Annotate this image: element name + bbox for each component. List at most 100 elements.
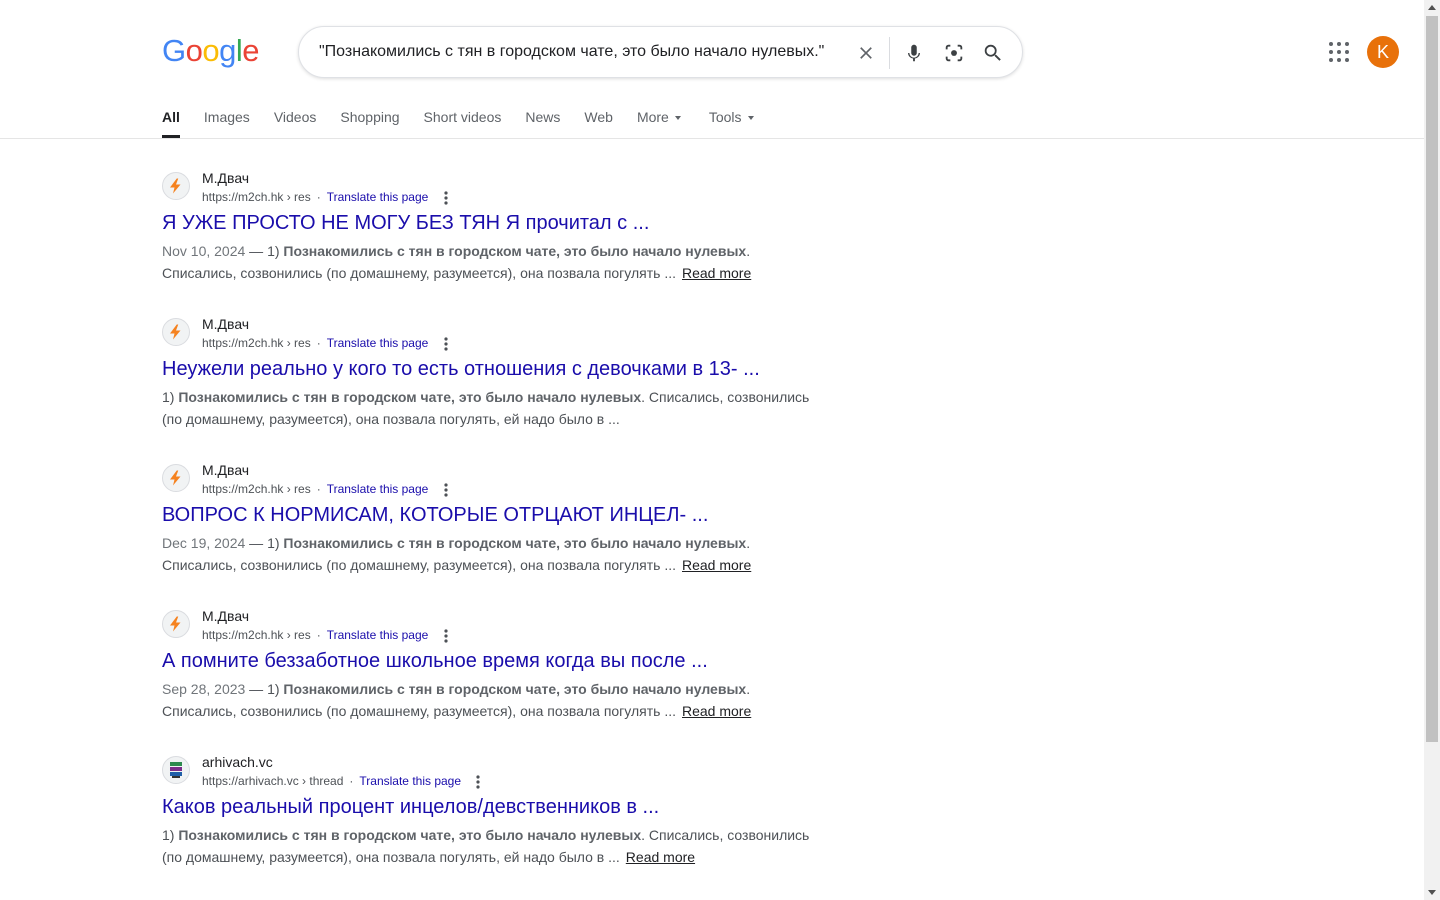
- scroll-down-icon[interactable]: [1428, 890, 1436, 895]
- tabs-divider: [0, 138, 1424, 139]
- result-url[interactable]: https://arhivach.vc › thread: [202, 774, 343, 788]
- apps-grid-icon[interactable]: [1327, 40, 1351, 64]
- microphone-icon[interactable]: [900, 39, 928, 67]
- result-url-line: https://m2ch.hk › res · Translate this pag…: [202, 628, 448, 643]
- tab-label: News: [525, 109, 561, 125]
- result-url[interactable]: https://m2ch.hk › res: [202, 628, 311, 642]
- scroll-thumb[interactable]: [1426, 16, 1438, 742]
- result-date: Nov 10, 2024: [162, 243, 246, 259]
- separator-dot: ·: [316, 336, 321, 350]
- logo-letter: g: [219, 33, 236, 68]
- search-result: М.Двач https://m2ch.hk › res · Translate t…: [162, 168, 822, 314]
- tab-web[interactable]: Web: [584, 100, 613, 138]
- more-options-icon[interactable]: [476, 775, 480, 789]
- result-title[interactable]: ВОПРОС К НОРМИСАМ, КОТОРЫЕ ОТРЦАЮТ ИНЦЕЛ…: [162, 504, 708, 527]
- search-input[interactable]: "Познакомились с тян в городском чате, э…: [319, 43, 839, 61]
- lightning-icon[interactable]: [162, 464, 190, 492]
- result-date: Dec 19, 2024: [162, 535, 246, 551]
- more-options-icon[interactable]: [444, 337, 448, 351]
- logo-letter: o: [185, 33, 203, 68]
- tab-label: Short videos: [423, 109, 502, 125]
- result-date: Sep 28, 2023: [162, 681, 246, 697]
- separator-dot: ·: [349, 774, 354, 788]
- result-snippet: Dec 19, 2024 — 1) Познакомились с тян в …: [162, 535, 752, 573]
- snippet-highlight: Познакомились с тян в городском чате, эт…: [283, 681, 747, 697]
- result-url[interactable]: https://m2ch.hk › res: [202, 482, 311, 496]
- clear-icon[interactable]: [852, 39, 880, 67]
- result-title[interactable]: А помните беззаботное школьное время ког…: [162, 650, 708, 673]
- result-snippet: Nov 10, 2024 — 1) Познакомились с тян в …: [162, 243, 752, 281]
- header: Google "Познакомились с тян в городском …: [0, 0, 1424, 100]
- search-result: М.Двач https://m2ch.hk › res · Translate t…: [162, 314, 822, 460]
- snippet-prefix: 1): [267, 681, 284, 697]
- tab-label: Shopping: [340, 109, 400, 125]
- translate-link[interactable]: Translate this page: [327, 628, 429, 642]
- search-divider: [889, 37, 890, 69]
- read-more-link[interactable]: Read more: [682, 703, 751, 719]
- result-site-name[interactable]: arhivach.vc: [202, 754, 273, 770]
- snippet-prefix: 1): [267, 243, 284, 259]
- google-logo[interactable]: Google: [162, 33, 260, 69]
- scroll-up-icon[interactable]: [1428, 5, 1436, 10]
- account-avatar[interactable]: K: [1367, 36, 1399, 68]
- snippet-highlight: Познакомились с тян в городском чате, эт…: [178, 827, 642, 843]
- result-title[interactable]: Каков реальный процент инцелов/девственн…: [162, 796, 659, 819]
- tab-label: Videos: [273, 109, 317, 125]
- read-more-link[interactable]: Read more: [682, 265, 751, 281]
- result-url-line: https://arhivach.vc › thread · Translate t…: [202, 774, 480, 789]
- tab-label: All: [162, 109, 180, 125]
- read-more-link[interactable]: Read more: [682, 557, 751, 573]
- tab-images[interactable]: Images: [204, 100, 250, 138]
- result-site-name[interactable]: М.Двач: [202, 316, 249, 332]
- tab-videos[interactable]: Videos: [274, 100, 317, 138]
- search-icon[interactable]: [979, 39, 1007, 67]
- tab-tools[interactable]: Tools: [709, 100, 754, 138]
- lightning-icon[interactable]: [162, 318, 190, 346]
- snippet-prefix: 1): [162, 389, 179, 405]
- tab-more[interactable]: More: [637, 100, 681, 138]
- more-options-icon[interactable]: [444, 191, 448, 205]
- result-snippet: 1) Познакомились с тян в городском чате,…: [162, 824, 822, 868]
- translate-link[interactable]: Translate this page: [327, 190, 429, 204]
- search-result: М.Двач https://m2ch.hk › res · Translate t…: [162, 606, 822, 752]
- result-site-name[interactable]: М.Двач: [202, 462, 249, 478]
- tab-label: Images: [203, 109, 250, 125]
- translate-link[interactable]: Translate this page: [359, 774, 461, 788]
- lens-icon[interactable]: [940, 39, 968, 67]
- archive-icon[interactable]: [162, 756, 190, 784]
- tab-all[interactable]: All: [162, 100, 180, 138]
- more-options-icon[interactable]: [444, 483, 448, 497]
- result-site-name[interactable]: М.Двач: [202, 608, 249, 624]
- logo-letter: G: [162, 33, 186, 68]
- tab-shopping[interactable]: Shopping: [340, 100, 399, 138]
- caret-down-icon: [747, 116, 754, 121]
- result-site-name[interactable]: М.Двач: [202, 170, 249, 186]
- logo-letter: o: [202, 33, 220, 68]
- translate-link[interactable]: Translate this page: [327, 336, 429, 350]
- translate-link[interactable]: Translate this page: [327, 482, 429, 496]
- result-url-line: https://m2ch.hk › res · Translate this pag…: [202, 336, 448, 351]
- tab-news[interactable]: News: [525, 100, 560, 138]
- snippet-highlight: Познакомились с тян в городском чате, эт…: [178, 389, 642, 405]
- page-scrollbar[interactable]: [1424, 0, 1440, 900]
- search-result: М.Двач https://m2ch.hk › res · Translate t…: [162, 460, 822, 606]
- more-options-icon[interactable]: [444, 629, 448, 643]
- result-url-line: https://m2ch.hk › res · Translate this pag…: [202, 482, 448, 497]
- search-result: arhivach.vc https://arhivach.vc › thread…: [162, 752, 822, 898]
- snippet-highlight: Познакомились с тян в городском чате, эт…: [283, 535, 747, 551]
- separator-dot: ·: [316, 482, 321, 496]
- result-snippet: Sep 28, 2023 — 1) Познакомились с тян в …: [162, 681, 752, 719]
- tab-short-videos[interactable]: Short videos: [424, 100, 502, 138]
- search-results: М.Двач https://m2ch.hk › res · Translate t…: [162, 168, 822, 898]
- result-title[interactable]: Неужели реально у кого то есть отношения…: [162, 358, 760, 381]
- result-url[interactable]: https://m2ch.hk › res: [202, 190, 311, 204]
- lightning-icon[interactable]: [162, 172, 190, 200]
- result-url[interactable]: https://m2ch.hk › res: [202, 336, 311, 350]
- logo-letter: e: [242, 33, 260, 68]
- lightning-icon[interactable]: [162, 610, 190, 638]
- result-title[interactable]: Я УЖЕ ПРОСТО НЕ МОГУ БЕЗ ТЯН Я прочитал …: [162, 212, 649, 235]
- search-box[interactable]: "Познакомились с тян в городском чате, э…: [298, 26, 1023, 78]
- read-more-link[interactable]: Read more: [626, 849, 695, 865]
- tab-label: Tools: [708, 109, 742, 125]
- tab-label: More: [636, 109, 669, 125]
